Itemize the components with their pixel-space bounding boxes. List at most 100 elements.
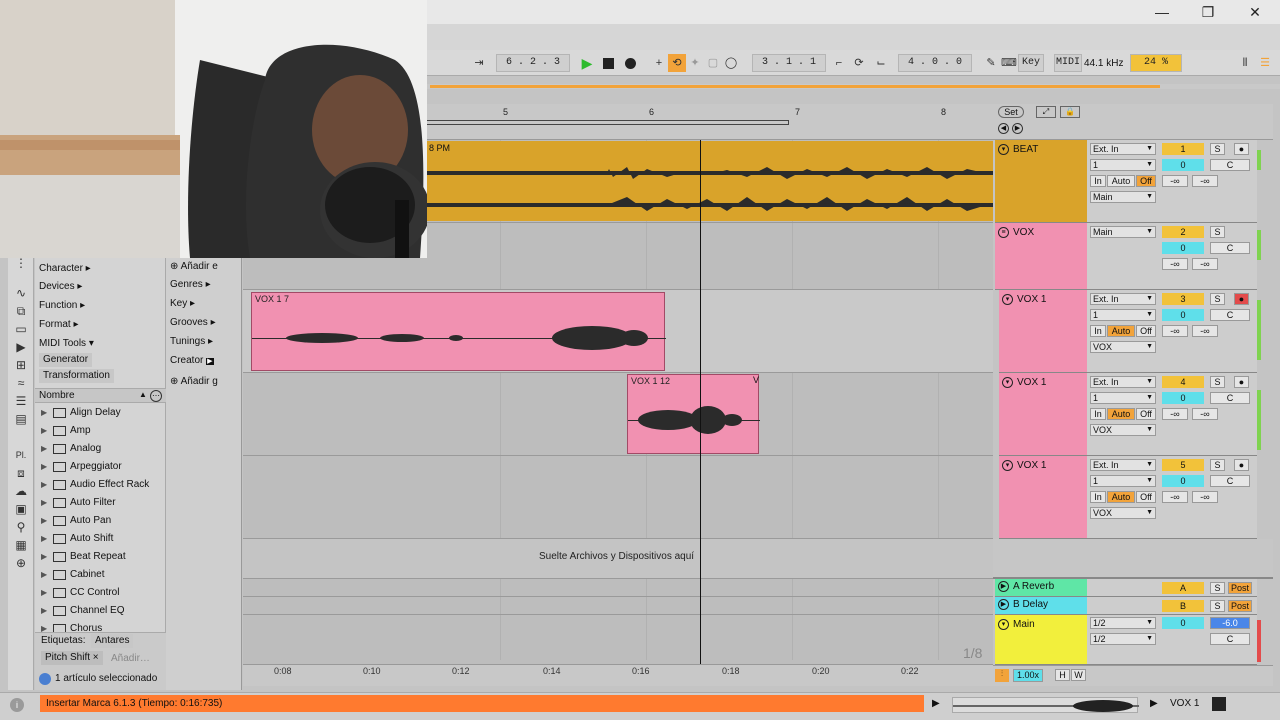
time-ruler[interactable] (243, 664, 993, 686)
grooves-icon[interactable]: ▤ (8, 410, 34, 428)
list-item[interactable]: ▶ Align Delay (35, 404, 165, 422)
track-header-beat[interactable]: ▾ BEAT (995, 140, 1087, 223)
solo-button[interactable]: S (1210, 293, 1225, 305)
pan-field[interactable]: C (1210, 242, 1250, 254)
loop-start-field[interactable]: 3 . 1 . 1 (752, 54, 826, 72)
return-letter[interactable]: A (1162, 582, 1204, 594)
list-item[interactable]: ▶ Auto Shift (35, 530, 165, 548)
track-number[interactable]: 3 (1162, 293, 1204, 305)
midi-map-button[interactable]: MIDI (1054, 54, 1082, 72)
send-b-field[interactable]: -∞ (1192, 325, 1218, 337)
monitor-off-button[interactable]: Off (1136, 325, 1156, 337)
monitor-auto-button[interactable]: Auto (1107, 175, 1135, 187)
list-item[interactable]: ▶ Chorus (35, 620, 165, 632)
monitor-auto-button[interactable]: Auto (1107, 325, 1135, 337)
h-button[interactable]: H (1055, 669, 1070, 681)
solo-button[interactable]: S (1210, 226, 1225, 238)
loop-length-field[interactable]: 4 . 0 . 0 (898, 54, 972, 72)
reenable-automation-icon[interactable]: ✦ (686, 54, 704, 72)
clip-vox-1-7[interactable]: VOX 1 7 (251, 292, 666, 371)
track-header-vox[interactable]: ≡ VOX (995, 223, 1087, 290)
group-icon[interactable]: ≡ (998, 227, 1009, 238)
add-tag-input[interactable]: Añadir… (111, 653, 150, 664)
audio-effects-icon[interactable]: ≈ (8, 374, 34, 392)
list-header[interactable]: Nombre ▲ ⋯ (35, 388, 166, 403)
lane-main[interactable]: 1/8 (243, 615, 993, 665)
volume-field[interactable]: 0 (1162, 159, 1204, 171)
monitor-in-button[interactable]: In (1090, 325, 1106, 337)
lane-reverb[interactable] (243, 579, 993, 597)
arm-button[interactable]: ● (1234, 376, 1249, 388)
send-b-field[interactable]: -∞ (1192, 491, 1218, 503)
input-type-select[interactable]: Ext. In ▼ (1090, 459, 1156, 471)
master-db-field[interactable]: -6.0 (1210, 617, 1250, 629)
maximize-button[interactable]: ❐ (1196, 2, 1220, 22)
track-number[interactable]: 5 (1162, 459, 1204, 471)
punch-in-icon[interactable]: ⌐ (830, 54, 848, 72)
arm-button[interactable]: ● (1234, 293, 1249, 305)
user-library-icon[interactable]: ⚲ (8, 518, 34, 536)
return-letter[interactable]: B (1162, 600, 1204, 612)
cloud-icon[interactable]: ☁ (8, 482, 34, 500)
chip-transformation[interactable]: Transformation (39, 369, 114, 383)
arm-button[interactable]: ● (1234, 459, 1249, 471)
input-type-select[interactable]: Ext. In ▼ (1090, 376, 1156, 388)
lane-vox1-b[interactable] (243, 373, 993, 456)
monitor-auto-button[interactable]: Auto (1107, 408, 1135, 420)
output-select[interactable]: VOX ▼ (1090, 507, 1156, 519)
list-item[interactable]: ▶ Auto Filter (35, 494, 165, 512)
send-a-field[interactable]: -∞ (1162, 325, 1188, 337)
monitor-in-button[interactable]: In (1090, 408, 1106, 420)
pan-field[interactable]: C (1210, 475, 1250, 487)
send-b-field[interactable]: -∞ (1192, 408, 1218, 420)
pan-field[interactable]: C (1210, 392, 1250, 404)
solo-button[interactable]: S (1210, 143, 1225, 155)
overdub-icon[interactable]: + (650, 54, 668, 72)
category-character[interactable]: Character ▸ (39, 260, 91, 277)
play-icon[interactable]: ▶ (998, 581, 1009, 592)
cue-channels-select[interactable]: 1/2 ▼ (1090, 633, 1156, 645)
input-channel-select[interactable]: 1 ▼ (1090, 159, 1156, 171)
push-icon[interactable]: ▣ (8, 500, 34, 518)
filter-tunings[interactable]: Tunings ▸ (170, 333, 213, 350)
solo-button[interactable]: S (1210, 459, 1225, 471)
filter-genres[interactable]: Genres ▸ (170, 276, 211, 293)
add-group-button[interactable]: ⊕ Añadir g (170, 373, 218, 390)
drums-icon[interactable]: ⊞ (8, 356, 34, 374)
list-item[interactable]: ▶ Amp (35, 422, 165, 440)
samples-icon[interactable]: ∿ (8, 284, 34, 302)
follow-icon[interactable]: ⇥ (470, 54, 488, 72)
close-button[interactable]: ✕ (1243, 2, 1267, 22)
category-function[interactable]: Function ▸ (39, 297, 85, 314)
output-select[interactable]: VOX ▼ (1090, 424, 1156, 436)
list-item[interactable]: ▶ Analog (35, 440, 165, 458)
solo-button[interactable]: S (1210, 582, 1225, 594)
track-header-reverb[interactable]: ▶ A Reverb (995, 579, 1087, 597)
category-devices[interactable]: Devices ▸ (39, 278, 82, 295)
loop-icon[interactable]: ⟳ (850, 54, 868, 72)
volume-field[interactable]: 0 (1162, 617, 1204, 629)
fold-icon[interactable]: ▾ (998, 619, 1009, 630)
volume-field[interactable]: 0 (1162, 475, 1204, 487)
volume-field[interactable]: 0 (1162, 392, 1204, 404)
monitor-off-button[interactable]: Off (1136, 175, 1156, 187)
lock-icon[interactable]: 🔒 (1060, 106, 1080, 118)
category-format[interactable]: Format ▸ (39, 316, 78, 333)
current-project-icon[interactable]: ▦ (8, 536, 34, 554)
clip-vox-1-12[interactable]: VOX 1 12 V (627, 374, 760, 454)
post-button[interactable]: Post (1228, 600, 1252, 612)
solo-button[interactable]: S (1210, 600, 1225, 612)
stop-button[interactable] (603, 58, 614, 69)
lane-delay[interactable] (243, 597, 993, 615)
track-number[interactable]: 4 (1162, 376, 1204, 388)
track-number[interactable]: 1 (1162, 143, 1204, 155)
draw-mode-icon[interactable]: ✎ (982, 54, 1000, 72)
loop-brace[interactable] (427, 120, 789, 125)
set-button[interactable]: Set (998, 106, 1024, 118)
midi-effects-icon[interactable]: ☰ (8, 392, 34, 410)
play-button[interactable]: ▶ (578, 54, 596, 72)
track-header-vox1-a[interactable]: ▾ VOX 1 (999, 290, 1087, 373)
list-item[interactable]: ▶ CC Control (35, 584, 165, 602)
output-channels-select[interactable]: 1/2 ▼ (1090, 617, 1156, 629)
send-a-field[interactable]: -∞ (1162, 408, 1188, 420)
